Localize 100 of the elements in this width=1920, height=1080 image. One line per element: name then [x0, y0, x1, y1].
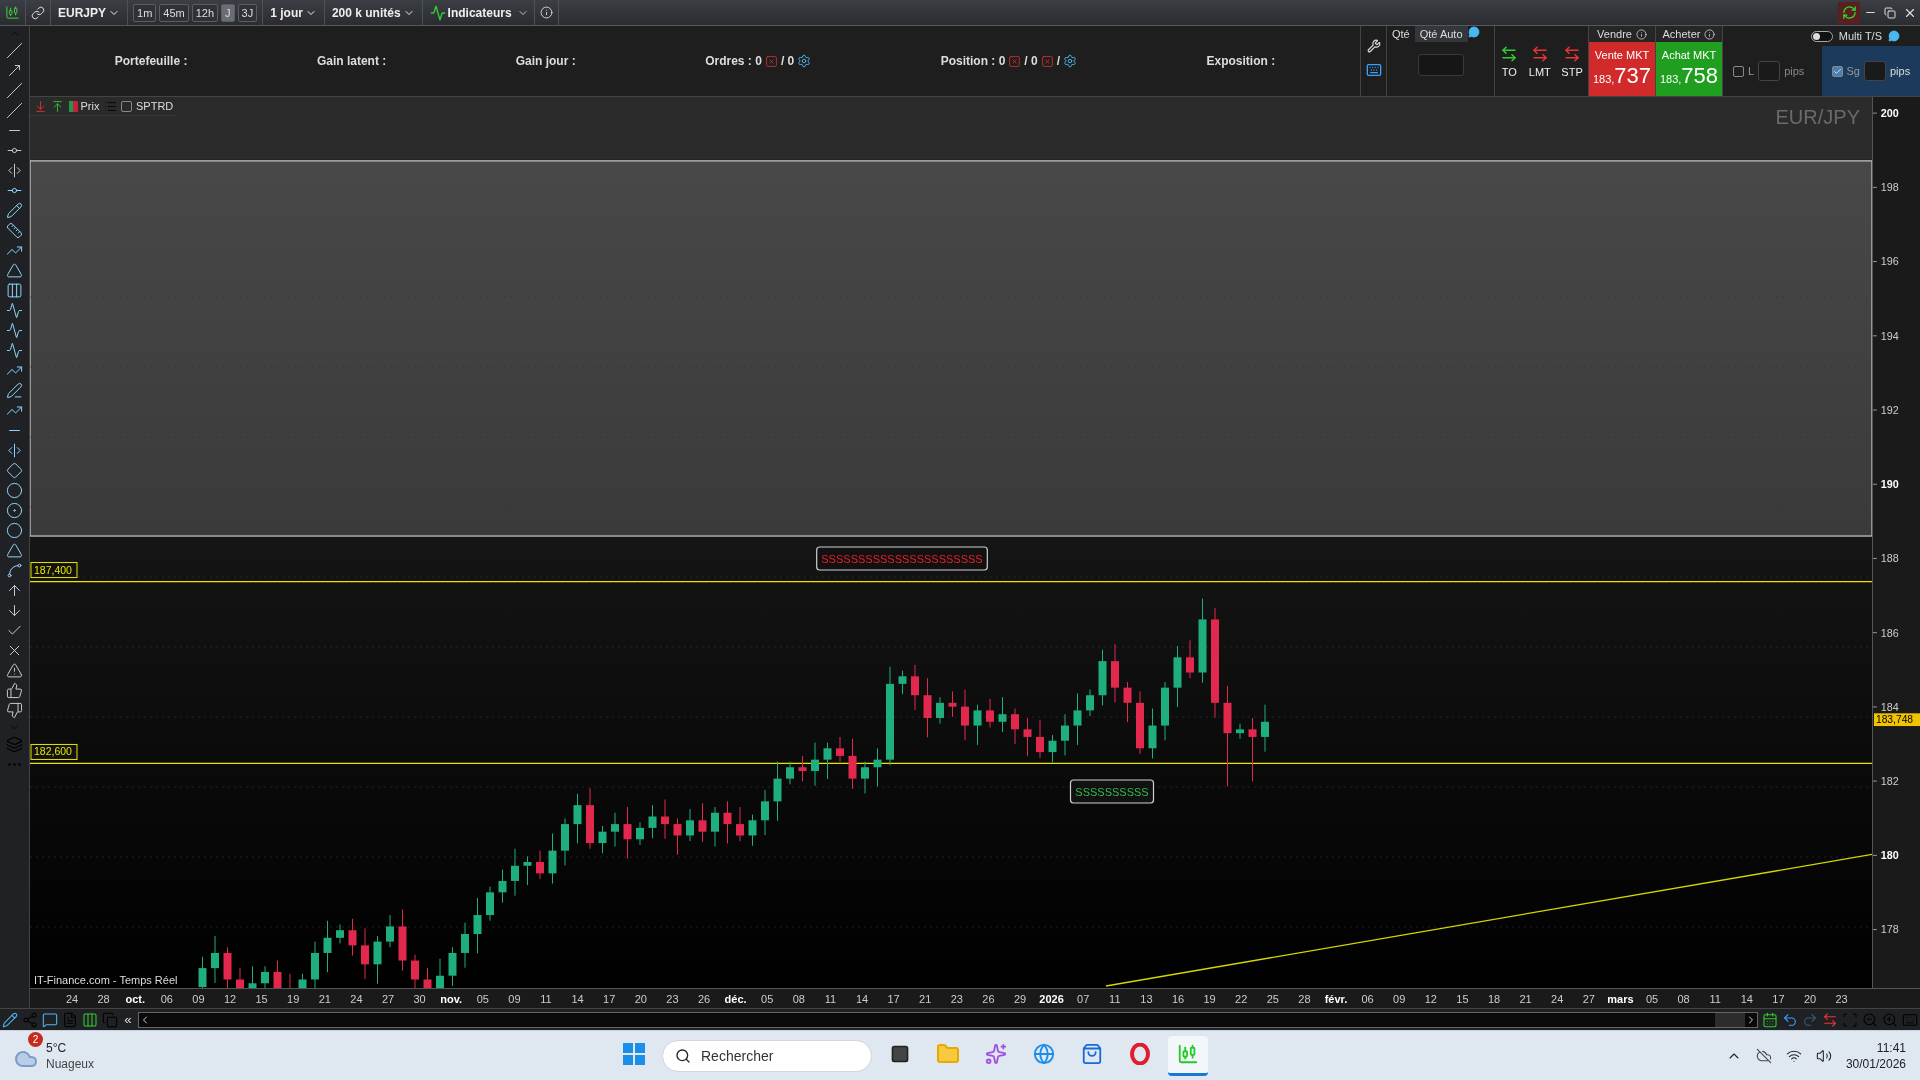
count-text: / — [1056, 54, 1061, 68]
date-tick-label: 17 — [887, 993, 900, 1005]
timeframe-button[interactable]: 45m — [159, 3, 189, 22]
weather-text: Nuageux — [46, 1056, 95, 1071]
date-tick-label: 26 — [697, 993, 711, 1005]
account-field-label: Gain latent : — [316, 54, 387, 68]
date-tick-label: nov. — [440, 993, 463, 1005]
date-tick-label: 13 — [1140, 993, 1153, 1005]
text-annotation[interactable]: SSSSSSSSSS — [1069, 779, 1155, 804]
date-tick-label: 09 — [508, 993, 521, 1005]
study-label: SPTRD — [136, 100, 174, 112]
temperature-text: 5°C — [46, 1040, 68, 1055]
date-tick-label: 12 — [1424, 993, 1437, 1005]
count-text: / 0 — [1024, 54, 1038, 68]
timeframe-button[interactable]: 3J — [237, 3, 258, 22]
multi-ts-label: Multi T/S — [1838, 30, 1882, 42]
data-source-label: IT-Finance.com - Temps Réel — [34, 974, 178, 986]
date-tick-label: 28 — [1298, 993, 1311, 1005]
date-tick-label: 14 — [1740, 993, 1753, 1005]
date-tick-label: 24 — [1551, 993, 1564, 1005]
price-tick-label: 188 — [1880, 552, 1899, 565]
indicators-button[interactable]: Indicateurs — [427, 1, 514, 24]
account-field-label: Exposition : — [1206, 54, 1276, 68]
account-field-label: Portefeuille : — [114, 54, 188, 68]
date-tick-label: 23 — [1835, 993, 1848, 1005]
symbol-watermark: EUR/JPY — [1775, 106, 1860, 128]
unit-label: pips — [1889, 65, 1911, 77]
side-header: Vendre — [1597, 28, 1632, 40]
date-tick-label: 23 — [950, 993, 963, 1005]
price-tick-label: 180 — [1880, 849, 1899, 862]
timeframe-button[interactable]: 1m — [133, 3, 157, 22]
date-tick-label: 05 — [761, 993, 774, 1005]
level-label: 187,400 — [30, 562, 78, 579]
price-button[interactable]: Prix — [68, 98, 100, 114]
account-field-label: Gain jour : — [515, 54, 576, 68]
date-tick-label: 26 — [982, 993, 995, 1005]
price-tick-label: 198 — [1880, 181, 1899, 194]
unit-label: pips — [1784, 65, 1805, 77]
quantity-tab[interactable]: Qté — [1387, 26, 1415, 42]
clock-date: 30/01/2026 — [1845, 1056, 1906, 1071]
date-tick-label: 17 — [603, 993, 616, 1005]
date-tick-label: 21 — [919, 993, 932, 1005]
date-tick-label: 14 — [855, 993, 869, 1005]
date-tick-label: 19 — [287, 993, 300, 1005]
count-text: / 0 — [780, 54, 795, 68]
date-tick-label: 05 — [1645, 993, 1659, 1005]
date-tick-label: 15 — [1456, 993, 1469, 1005]
market-order-button[interactable]: Vente MKT 183,737 — [1589, 42, 1655, 96]
date-tick-label: 15 — [255, 993, 268, 1005]
symbol-dropdown[interactable]: EURJPY — [56, 1, 123, 24]
date-tick-label: 29 — [1013, 993, 1027, 1005]
date-tick-label: 21 — [318, 993, 331, 1005]
price-tick-label: 200 — [1880, 107, 1899, 120]
date-tick-label: févr. — [1324, 993, 1348, 1005]
date-tick-label: 27 — [1582, 993, 1595, 1005]
size-dropdown[interactable]: 200 k unités — [329, 1, 417, 24]
date-tick-label: 11 — [1109, 993, 1121, 1005]
date-tick-label: 09 — [1393, 993, 1406, 1005]
order-type-button[interactable]: LMT — [1526, 42, 1553, 80]
price-tick-label: 186 — [1880, 626, 1899, 639]
date-tick-label: 18 — [1487, 993, 1501, 1005]
price-tick-label: 182 — [1880, 775, 1899, 788]
market-order-button[interactable]: Achat MKT 183,758 — [1656, 42, 1722, 96]
date-tick-label: mars — [1607, 993, 1634, 1005]
price-tick-label: 196 — [1880, 255, 1899, 268]
date-tick-label: 24 — [65, 993, 79, 1005]
price-tick-label: 194 — [1880, 329, 1899, 342]
period-dropdown[interactable]: 1 jour — [268, 1, 319, 24]
date-tick-label: 14 — [571, 993, 584, 1005]
timeframe-button[interactable]: 12h — [191, 3, 219, 22]
price-tick-label: 178 — [1880, 923, 1899, 936]
account-field-label: Ordres : 0 — [705, 54, 762, 68]
side-header: Acheter — [1662, 28, 1701, 40]
search-field[interactable]: Rechercher — [699, 1046, 849, 1065]
date-tick-label: 08 — [1677, 993, 1690, 1005]
text-annotation[interactable]: SSSSSSSSSSSSSSSSSSSSSS — [816, 546, 988, 571]
price-tick-label: 190 — [1880, 478, 1899, 491]
date-tick-label: 2026 — [1039, 993, 1064, 1005]
stop-label: Sg — [1846, 65, 1860, 77]
date-tick-label: 09 — [192, 993, 205, 1005]
date-tick-label: 24 — [350, 993, 363, 1005]
date-tick-label: 11 — [540, 993, 552, 1005]
date-tick-label: 30 — [413, 993, 426, 1005]
date-tick-label: 12 — [223, 993, 237, 1005]
date-tick-label: 16 — [1171, 993, 1185, 1005]
date-tick-label: 07 — [1077, 993, 1090, 1005]
order-type-button[interactable]: STP — [1559, 42, 1585, 80]
date-tick-label: 06 — [160, 993, 173, 1005]
quantity-tab[interactable]: Qté Auto — [1414, 26, 1468, 42]
collapse-button[interactable]: « — [122, 1009, 134, 1030]
search-box[interactable]: Rechercher — [662, 1039, 872, 1072]
price-tick-label: 192 — [1880, 403, 1899, 416]
date-tick-label: 05 — [476, 993, 489, 1005]
order-type-button[interactable]: TO — [1498, 42, 1521, 80]
current-price-tag: 183,748 — [1874, 713, 1920, 727]
timeframe-button[interactable]: J — [221, 3, 235, 22]
stop-label: L — [1748, 65, 1755, 77]
date-tick-label: 19 — [1203, 993, 1216, 1005]
date-tick-label: oct. — [125, 993, 145, 1005]
date-tick-label: 11 — [1709, 993, 1721, 1005]
